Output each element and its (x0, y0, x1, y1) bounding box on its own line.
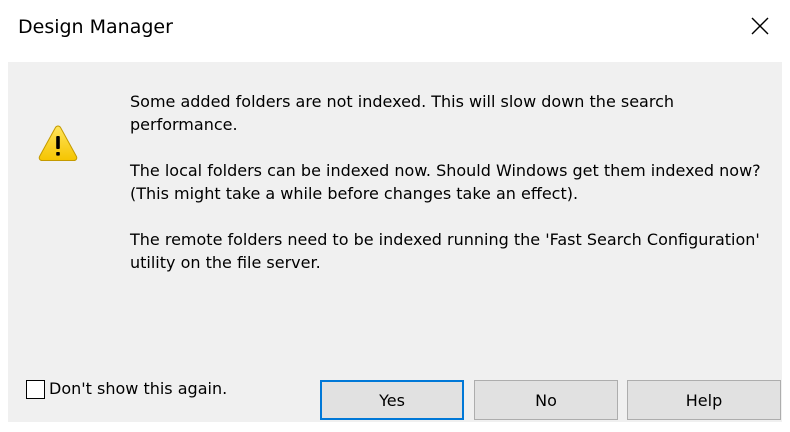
dont-show-again-checkbox[interactable] (26, 379, 45, 399)
message-line-local-folders: The local folders can be indexed now. Sh… (130, 161, 761, 180)
close-button[interactable] (740, 8, 780, 44)
dialog-window: Design Manager Some added folders are no… (0, 0, 790, 432)
dont-show-again-option[interactable]: Don't show this again. (26, 378, 227, 400)
close-icon (751, 17, 769, 35)
message-line-not-indexed: Some added folders are not indexed. This… (130, 92, 675, 134)
no-button[interactable]: No (474, 380, 618, 420)
warning-icon (38, 125, 78, 161)
dialog-content: Some added folders are not indexed. This… (8, 62, 782, 422)
message-line-duration-note: (This might take a while before changes … (130, 184, 579, 203)
message-text: Some added folders are not indexed. This… (130, 90, 770, 297)
title-bar: Design Manager (0, 0, 790, 62)
yes-button[interactable]: Yes (320, 380, 464, 420)
message-line-remote-folders: The remote folders need to be indexed ru… (130, 230, 760, 272)
dont-show-again-label[interactable]: Don't show this again. (49, 378, 227, 400)
help-button[interactable]: Help (627, 380, 781, 420)
window-title: Design Manager (18, 16, 173, 38)
